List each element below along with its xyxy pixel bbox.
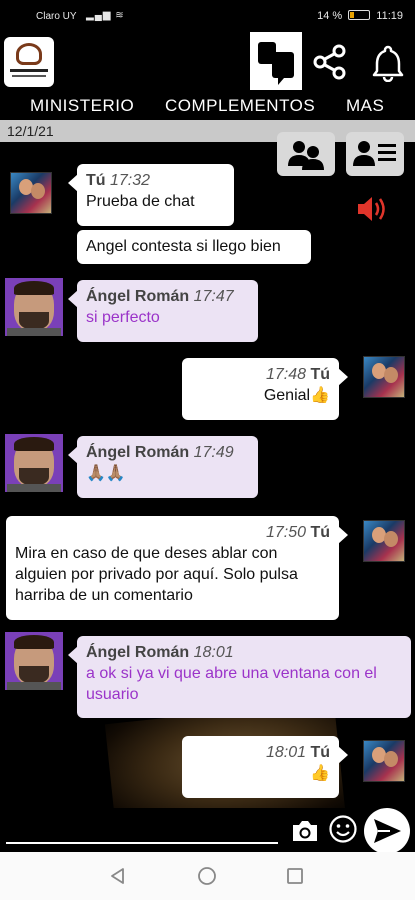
message-author: Ángel Román: [86, 444, 190, 461]
message-author: Ángel Román: [86, 644, 190, 661]
user-list-button[interactable]: [346, 132, 404, 176]
chat-icon[interactable]: [250, 32, 302, 90]
avatar[interactable]: [363, 520, 405, 562]
avatar[interactable]: [363, 740, 405, 782]
carrier-label: Claro UY: [36, 11, 77, 22]
back-icon[interactable]: [108, 866, 128, 886]
input-underline: [6, 842, 278, 844]
message-text: si perfecto: [86, 309, 160, 326]
status-right: 14 % 11:19: [317, 10, 403, 22]
message-text: Angel contesta si llego bien: [86, 238, 281, 255]
message-time: 17:47: [193, 288, 234, 305]
message-time: 17:32: [110, 172, 151, 189]
message-author: Tú: [310, 744, 330, 761]
avatar[interactable]: [363, 356, 405, 398]
message-author: Ángel Román: [86, 288, 190, 305]
message-bubble[interactable]: 18:01 Tú 👍: [182, 736, 348, 798]
status-bar: Claro UY ▂▄▆ ≋ 14 % 11:19: [0, 0, 415, 34]
signal-icon: ▂▄▆ ≋: [86, 10, 125, 21]
message-bubble[interactable]: 17:48 Tú Genial👍: [182, 358, 348, 420]
message-text: Mira en caso de que deses ablar con algu…: [15, 545, 298, 604]
message-text: Prueba de chat: [86, 193, 195, 210]
user-list-icon: [353, 141, 396, 166]
tab-complementos[interactable]: COMPLEMENTOS: [165, 96, 315, 116]
message-time: 18:01: [193, 644, 234, 661]
message-text: 🙏🏽🙏🏽: [86, 465, 126, 482]
share-icon[interactable]: [312, 44, 348, 80]
message-bubble[interactable]: Ángel Román 17:49 🙏🏽🙏🏽: [68, 436, 258, 498]
message-text: a ok si ya vi que abre una ventana con e…: [86, 665, 377, 703]
group-members-button[interactable]: [277, 132, 335, 176]
battery-icon: [348, 10, 371, 20]
speaker-icon[interactable]: [355, 194, 387, 224]
message-text: Genial👍: [263, 387, 330, 404]
avatar[interactable]: [10, 172, 52, 214]
message-bubble[interactable]: 17:50 Tú Mira en caso de que deses ablar…: [6, 516, 348, 620]
group-icon: [288, 141, 324, 170]
recents-icon[interactable]: [285, 866, 305, 886]
message-bubble[interactable]: Ángel Román 17:47 si perfecto: [68, 280, 258, 342]
message-bubble[interactable]: Tú 17:32 Prueba de chat: [68, 164, 234, 226]
send-button[interactable]: [364, 808, 410, 854]
message-author: Tú: [310, 524, 330, 541]
message-input[interactable]: [6, 816, 278, 842]
clock: 11:19: [376, 10, 403, 22]
avatar[interactable]: [5, 632, 63, 690]
message-author: Tú: [86, 172, 106, 189]
system-nav-bar: [0, 852, 415, 900]
battery-percent: 14 %: [317, 10, 343, 22]
tab-mas[interactable]: MAS: [346, 96, 384, 116]
chat-area[interactable]: Tú 17:32 Prueba de chat Angel contesta s…: [0, 142, 415, 808]
message-bubble[interactable]: Ángel Román 18:01 a ok si ya vi que abre…: [68, 636, 411, 718]
message-author: Tú: [310, 366, 330, 383]
message-time: 18:01: [265, 744, 306, 761]
home-icon[interactable]: [197, 866, 217, 886]
message-time: 17:49: [193, 444, 234, 461]
camera-icon[interactable]: [290, 818, 320, 844]
emoji-icon[interactable]: [328, 814, 358, 844]
message-bubble[interactable]: Angel contesta si llego bien: [77, 230, 311, 264]
message-text: 👍: [310, 765, 330, 782]
bell-icon[interactable]: [368, 42, 408, 82]
avatar[interactable]: [5, 278, 63, 336]
tab-bar: MINISTERIO COMPLEMENTOS MAS: [0, 92, 415, 120]
message-input-bar: [0, 808, 415, 854]
tab-ministerio[interactable]: MINISTERIO: [30, 96, 134, 116]
avatar[interactable]: [5, 434, 63, 492]
message-time: 17:48: [265, 366, 306, 383]
date-label: 12/1/21: [7, 123, 54, 139]
app-header: [0, 32, 415, 92]
message-time: 17:50: [265, 524, 306, 541]
app-logo[interactable]: [4, 37, 54, 87]
send-icon: [374, 819, 401, 843]
